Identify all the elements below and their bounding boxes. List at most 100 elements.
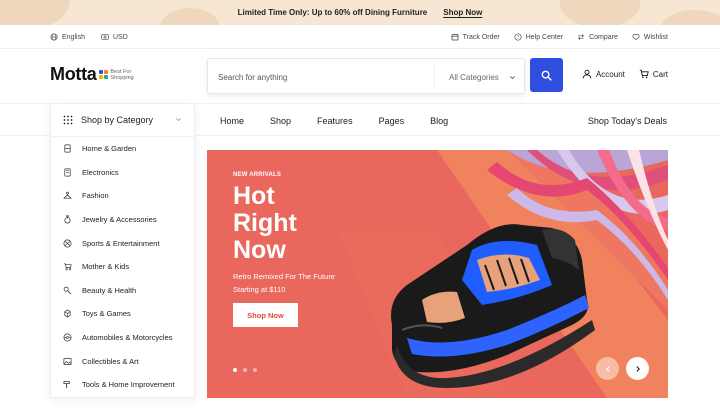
slider-prev-button[interactable] (596, 357, 619, 380)
home-garden-icon (64, 144, 71, 153)
category-label: Jewelry & Accessories (82, 215, 157, 225)
slider-dots (233, 368, 257, 372)
chevron-down-icon (509, 75, 515, 79)
beauty-icon (63, 286, 72, 295)
nav-item-pages[interactable]: Pages (379, 116, 405, 126)
promo-bar: Limited Time Only: Up to 60% off Dining … (0, 0, 720, 25)
logo-tagline-line2: Shopping (110, 74, 134, 81)
category-item-electronics[interactable]: Electronics (51, 161, 194, 185)
slider-dot[interactable] (253, 368, 257, 372)
search-input[interactable] (218, 68, 428, 86)
category-item-art[interactable]: Collectibles & Art (51, 349, 194, 373)
hero-kicker: NEW ARRIVALS (233, 172, 282, 178)
category-panel: Shop by Category Home & Garden Electroni… (50, 103, 195, 398)
hero-subtitle: Retro Remixed For The Future Starting at… (233, 270, 335, 296)
chevron-right-icon (635, 365, 640, 372)
category-label: Toys & Games (82, 309, 131, 319)
wishlist-label: Wishlist (643, 33, 668, 41)
nav-item-features[interactable]: Features (317, 116, 353, 126)
hero-shop-now-button[interactable]: Shop Now (233, 303, 298, 327)
sports-icon (63, 239, 72, 248)
track-order-label: Track Order (462, 33, 500, 41)
track-order-link[interactable]: Track Order (451, 33, 500, 41)
stroller-icon (63, 263, 72, 271)
hero-subtitle-line1: Retro Remixed For The Future (233, 272, 335, 281)
grid-icon (63, 115, 73, 125)
site-header: Motta Best For Shopping All Categories A… (0, 49, 720, 103)
category-item-mother-kids[interactable]: Mother & Kids (51, 255, 194, 279)
category-label: Collectibles & Art (82, 356, 139, 366)
slider-next-button[interactable] (626, 357, 649, 380)
hero-title-line2: Right (233, 209, 297, 237)
user-icon (582, 69, 592, 79)
search-box: All Categories (207, 58, 525, 94)
package-icon (451, 34, 459, 41)
category-label: Mother & Kids (82, 262, 130, 272)
electronics-icon (64, 168, 71, 177)
cart-label: Cart (652, 69, 668, 79)
search-button[interactable] (530, 58, 563, 92)
logo-word: Motta (50, 64, 97, 84)
toys-icon (64, 309, 71, 318)
category-item-fashion[interactable]: Fashion (51, 184, 194, 208)
category-label: Sports & Entertainment (82, 238, 160, 248)
nav-item-blog[interactable]: Blog (430, 116, 448, 126)
help-center-link[interactable]: ? Help Center (514, 33, 563, 41)
hero-subtitle-line2: Starting at $110 (233, 285, 286, 294)
auto-icon (63, 333, 72, 342)
slider-dot[interactable] (243, 368, 247, 372)
category-item-beauty[interactable]: Beauty & Health (51, 279, 194, 303)
search-icon (541, 70, 552, 81)
hero-banner: NEW ARRIVALS Hot Right Now Retro Remixed… (207, 150, 668, 398)
help-center-label: Help Center (525, 33, 564, 41)
category-item-tools[interactable]: Tools & Home Improvement (51, 373, 194, 397)
chevron-left-icon (605, 365, 610, 372)
hero-title-line1: Hot (233, 182, 275, 210)
currency-selector[interactable]: USD (101, 33, 128, 41)
category-label: Home & Garden (82, 144, 137, 154)
utility-bar: English USD Track Order ? Help Center Co… (0, 25, 720, 49)
category-panel-header[interactable]: Shop by Category (51, 104, 194, 137)
tools-icon (63, 381, 70, 389)
logo[interactable]: Motta Best For Shopping (50, 64, 134, 85)
cart-icon (639, 69, 649, 79)
compare-label: Compare (589, 33, 618, 41)
todays-deals-link[interactable]: Shop Today's Deals (588, 104, 667, 137)
nav-item-home[interactable]: Home (220, 116, 244, 126)
category-item-jewelry[interactable]: Jewelry & Accessories (51, 208, 194, 232)
category-item-sports[interactable]: Sports & Entertainment (51, 231, 194, 255)
category-item-toys[interactable]: Toys & Games (51, 302, 194, 326)
language-label: English (62, 33, 85, 41)
hero-title-line3: Now (233, 236, 286, 264)
category-select[interactable]: All Categories (434, 65, 526, 89)
language-selector[interactable]: English (50, 33, 85, 41)
category-select-label: All Categories (449, 72, 499, 82)
chevron-down-icon (176, 118, 181, 122)
cart-link[interactable]: Cart (639, 69, 668, 79)
globe-icon (50, 33, 58, 41)
art-icon (63, 357, 72, 365)
promo-shop-now-link[interactable]: Shop Now (443, 8, 482, 17)
help-icon: ? (514, 33, 522, 41)
wishlist-link[interactable]: Wishlist (632, 33, 668, 41)
logo-mark-icon (98, 70, 108, 79)
category-label: Fashion (82, 191, 109, 201)
money-icon (101, 34, 109, 40)
category-label: Tools & Home Improvement (82, 380, 175, 390)
category-item-auto[interactable]: Automobiles & Motorcycles (51, 326, 194, 350)
compare-link[interactable]: Compare (577, 33, 618, 41)
category-item-home-garden[interactable]: Home & Garden (51, 137, 194, 161)
account-label: Account (595, 69, 625, 79)
category-label: Electronics (82, 167, 119, 177)
category-label: Automobiles & Motorcycles (82, 333, 173, 343)
account-link[interactable]: Account (582, 69, 625, 79)
jewelry-icon (64, 215, 71, 224)
compare-icon (578, 34, 584, 40)
fashion-icon (63, 192, 72, 200)
category-panel-title: Shop by Category (81, 115, 154, 125)
category-label: Beauty & Health (82, 285, 137, 295)
hero-title: Hot Right Now (233, 183, 297, 264)
heart-icon (632, 34, 640, 41)
slider-dot[interactable] (233, 368, 237, 372)
nav-item-shop[interactable]: Shop (270, 116, 291, 126)
